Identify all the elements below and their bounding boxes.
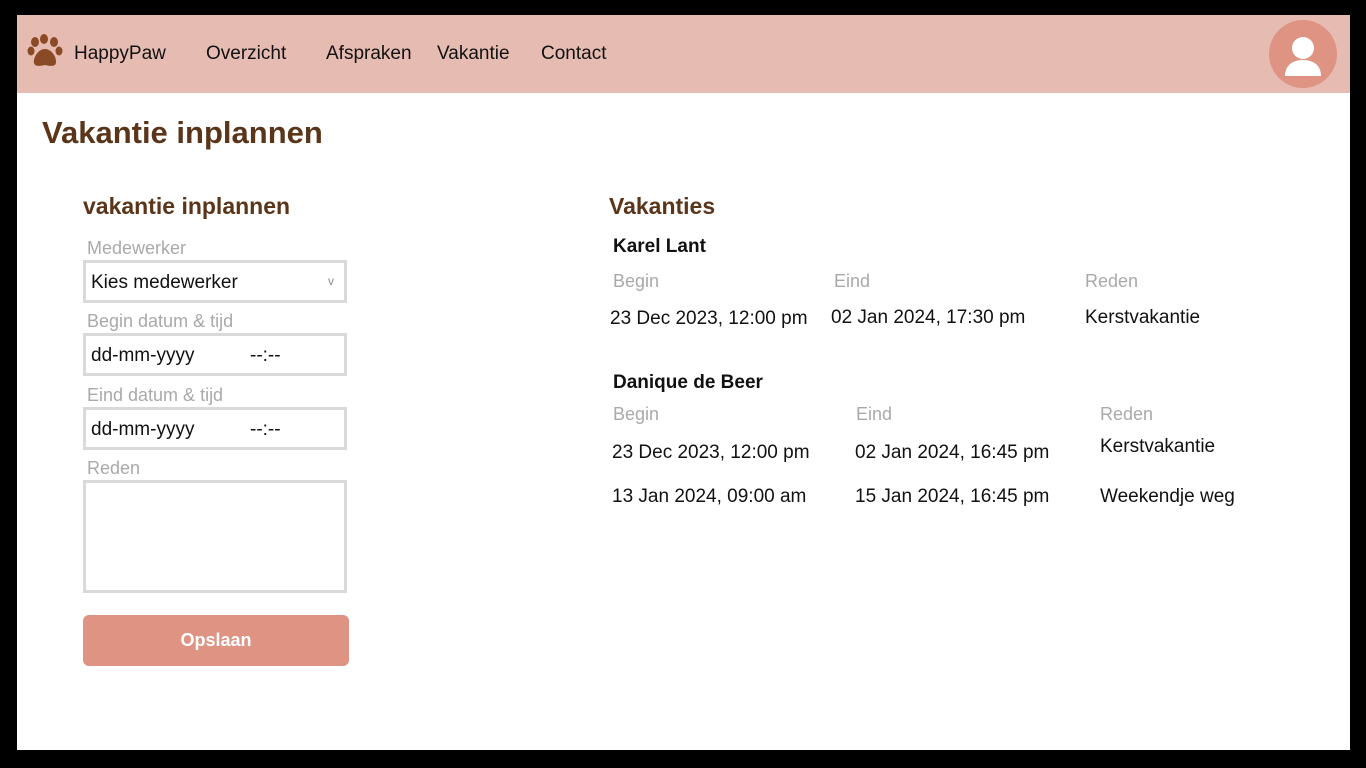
- employee-name: Danique de Beer: [613, 372, 763, 393]
- user-avatar-button[interactable]: [1269, 20, 1337, 88]
- app-window: HappyPaw Overzicht Afspraken Vakantie Co…: [17, 15, 1350, 750]
- vacation-begin: 23 Dec 2023, 12:00 pm: [612, 442, 810, 463]
- vacations-title: Vakanties: [609, 193, 716, 219]
- begin-date-placeholder[interactable]: dd-mm-yyyy: [91, 345, 194, 367]
- vacation-reason: Weekendje weg: [1100, 486, 1235, 507]
- column-header-end: Eind: [834, 271, 871, 291]
- nav-item-vakantie[interactable]: Vakantie: [437, 43, 510, 65]
- form-title: vakantie inplannen: [83, 193, 291, 219]
- end-datetime-label: Eind datum & tijd: [87, 385, 224, 405]
- brand-name[interactable]: HappyPaw: [74, 43, 166, 65]
- column-header-reason: Reden: [1085, 271, 1139, 291]
- chevron-down-icon: v: [328, 274, 334, 288]
- vacation-end: 02 Jan 2024, 16:45 pm: [855, 442, 1050, 463]
- reason-textarea[interactable]: [83, 480, 347, 593]
- begin-time-placeholder[interactable]: --:--: [250, 345, 281, 367]
- save-button[interactable]: Opslaan: [83, 615, 349, 666]
- column-header-begin: Begin: [613, 271, 660, 291]
- user-avatar-icon: [1285, 37, 1321, 76]
- end-date-placeholder[interactable]: dd-mm-yyyy: [91, 419, 194, 441]
- paw-icon: [27, 34, 63, 66]
- page-title: Vakantie inplannen: [42, 115, 323, 150]
- vacation-reason: Kerstvakantie: [1100, 436, 1216, 457]
- vacation-begin: 13 Jan 2024, 09:00 am: [612, 486, 807, 507]
- vacation-end: 02 Jan 2024, 17:30 pm: [831, 307, 1026, 328]
- employee-label: Medewerker: [87, 238, 187, 258]
- employee-select-value: Kies medewerker: [91, 272, 238, 293]
- column-header-end: Eind: [856, 404, 893, 424]
- column-header-reason: Reden: [1100, 404, 1154, 424]
- nav-item-overzicht[interactable]: Overzicht: [206, 43, 286, 65]
- nav-item-contact[interactable]: Contact: [541, 43, 606, 65]
- top-navbar: HappyPaw Overzicht Afspraken Vakantie Co…: [17, 15, 1350, 93]
- vacation-reason: Kerstvakantie: [1085, 307, 1201, 328]
- vacation-end: 15 Jan 2024, 16:45 pm: [855, 486, 1050, 507]
- reason-label: Reden: [87, 458, 141, 478]
- nav-item-afspraken[interactable]: Afspraken: [326, 43, 412, 65]
- end-datetime-input[interactable]: dd-mm-yyyy --:--: [83, 407, 347, 450]
- begin-datetime-input[interactable]: dd-mm-yyyy --:--: [83, 333, 347, 376]
- begin-datetime-label: Begin datum & tijd: [87, 311, 234, 331]
- employee-select[interactable]: Kies medewerker v: [83, 260, 347, 303]
- end-time-placeholder[interactable]: --:--: [250, 419, 281, 441]
- column-header-begin: Begin: [613, 404, 660, 424]
- vacation-begin: 23 Dec 2023, 12:00 pm: [610, 308, 808, 329]
- employee-name: Karel Lant: [613, 236, 706, 257]
